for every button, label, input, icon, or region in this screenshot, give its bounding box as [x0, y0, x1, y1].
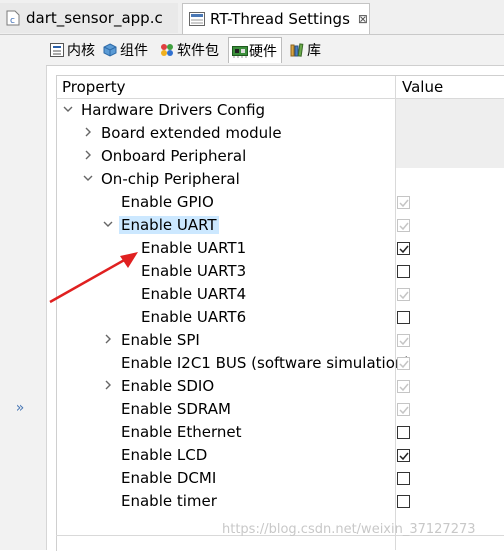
- chevron-down-icon[interactable]: [62, 103, 74, 115]
- value-column-header[interactable]: Value: [402, 78, 443, 96]
- property-column-header[interactable]: Property: [62, 78, 125, 96]
- chevron-right-icon[interactable]: [82, 126, 94, 138]
- value-checkbox: [397, 357, 410, 370]
- tree-row[interactable]: Enable timer: [0, 490, 504, 513]
- value-checkbox: [397, 219, 410, 232]
- tree-row-label: Enable UART1: [141, 239, 247, 257]
- tree-row-label: Enable GPIO: [121, 193, 214, 211]
- tree-row[interactable]: Enable SDRAM: [0, 398, 504, 421]
- tab-rt-thread-settings[interactable]: RT-Thread Settings ⊠: [182, 3, 370, 34]
- tree-row-label: Enable timer: [121, 492, 217, 510]
- kernel-icon: [50, 43, 64, 57]
- subtab-hardware[interactable]: 硬件: [228, 37, 282, 63]
- checkmark-icon: [399, 406, 409, 415]
- chevron-down-icon[interactable]: [102, 218, 114, 230]
- tree-row-label: Board extended module: [101, 124, 282, 142]
- settings-page-icon: [189, 12, 205, 26]
- checkmark-icon: [399, 383, 409, 392]
- tree-row[interactable]: Board extended module: [0, 122, 504, 145]
- tree-row-label: Enable SDIO: [121, 377, 215, 395]
- tree-row-label: Enable LCD: [121, 446, 208, 464]
- subtab-library[interactable]: 库: [290, 38, 321, 62]
- subtab-kernel[interactable]: 内核: [50, 38, 95, 62]
- value-checkbox: [397, 403, 410, 416]
- subtab-components[interactable]: 组件: [103, 38, 148, 62]
- value-checkbox[interactable]: [397, 265, 410, 278]
- tree-row[interactable]: Hardware Drivers Config: [0, 99, 504, 122]
- tree-row-label: Enable SDRAM: [121, 400, 231, 418]
- value-checkbox: [397, 196, 410, 209]
- tree-row[interactable]: Enable UART6: [0, 306, 504, 329]
- hardware-icon: [232, 44, 248, 58]
- value-checkbox[interactable]: [397, 472, 410, 485]
- value-checkbox[interactable]: [397, 449, 410, 462]
- value-cell: [396, 145, 504, 168]
- close-icon[interactable]: ⊠: [358, 12, 368, 26]
- c-file-icon: c: [6, 10, 20, 26]
- tree-row[interactable]: On-chip Peripheral: [0, 168, 504, 191]
- tree-row-label: Hardware Drivers Config: [81, 101, 266, 119]
- checkmark-icon: [399, 222, 409, 231]
- tree-row-label: Enable SPI: [121, 331, 200, 349]
- packages-icon: [160, 43, 174, 57]
- tree-row[interactable]: Enable SDIO: [0, 375, 504, 398]
- watermark: https://blog.csdn.net/weixin_37127273: [222, 522, 476, 537]
- subtab-packages[interactable]: 软件包: [160, 38, 219, 62]
- checkmark-icon: [399, 337, 409, 346]
- checkmark-icon: [399, 291, 409, 300]
- checkmark-icon: [399, 360, 409, 369]
- value-checkbox[interactable]: [397, 242, 410, 255]
- tree-row-label: Enable UART3: [141, 262, 247, 280]
- chevron-right-icon[interactable]: [82, 149, 94, 161]
- annotation-arrow: [49, 252, 138, 304]
- tree-row-label: Onboard Peripheral: [101, 147, 247, 165]
- tree-row-label: On-chip Peripheral: [101, 170, 240, 188]
- library-icon: [290, 43, 304, 57]
- tab-label: RT-Thread Settings: [210, 10, 350, 28]
- tree-row-label: Enable Ethernet: [121, 423, 242, 441]
- tree-row[interactable]: Enable LCD: [0, 444, 504, 467]
- tree-row-label: Enable DCMI: [121, 469, 217, 487]
- tab-label: dart_sensor_app.c: [26, 9, 163, 27]
- value-checkbox: [397, 380, 410, 393]
- tree-row[interactable]: Enable SPI: [0, 329, 504, 352]
- components-icon: [103, 43, 117, 57]
- tree-row[interactable]: Onboard Peripheral: [0, 145, 504, 168]
- checkmark-icon: [399, 199, 409, 208]
- tree-row[interactable]: Enable Ethernet: [0, 421, 504, 444]
- value-checkbox[interactable]: [397, 426, 410, 439]
- value-cell: [396, 122, 504, 145]
- tree-row[interactable]: Enable DCMI: [0, 467, 504, 490]
- svg-text:c: c: [10, 16, 15, 26]
- chevron-right-icon[interactable]: [102, 333, 114, 345]
- value-cell: [396, 99, 504, 122]
- tree-header: Property Value: [56, 76, 504, 99]
- checkmark-icon: [399, 452, 409, 461]
- tree-row[interactable]: Enable I2C1 BUS (software simulation): [0, 352, 504, 375]
- checkmark-icon: [399, 245, 409, 254]
- value-checkbox: [397, 288, 410, 301]
- tree-row[interactable]: Enable UART: [0, 214, 504, 237]
- chevron-down-icon[interactable]: [82, 172, 94, 184]
- tree-row-label: Enable UART4: [141, 285, 247, 303]
- tree-row-label: Enable I2C1 BUS (software simulation): [121, 354, 411, 372]
- tree-row[interactable]: Enable GPIO: [0, 191, 504, 214]
- value-checkbox[interactable]: [397, 495, 410, 508]
- chevron-right-icon[interactable]: [102, 379, 114, 391]
- tree-row-label: Enable UART: [119, 216, 219, 234]
- tree-row-label: Enable UART6: [141, 308, 247, 326]
- value-checkbox[interactable]: [397, 311, 410, 324]
- value-checkbox: [397, 334, 410, 347]
- tab-dart-sensor-app[interactable]: c dart_sensor_app.c: [0, 3, 178, 33]
